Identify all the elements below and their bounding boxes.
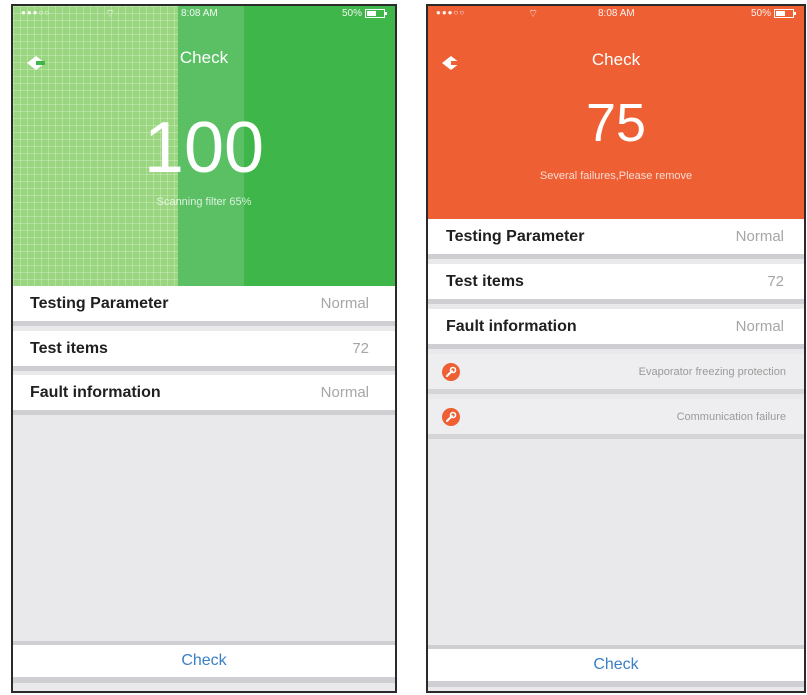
row-value: Normal [320,384,369,401]
row-testing-parameter[interactable]: Testing Parameter Normal [13,286,395,326]
wifi-icon: ⌔ [105,8,116,20]
wrench-icon [442,362,460,381]
battery-icon [365,9,387,18]
row-label: Fault information [30,383,161,401]
signal-icon: ●●●○○ [21,8,51,17]
row-value: Normal [735,228,784,245]
status-bar: ●●●○○ ⌔ 8:08 AM 50% [13,6,395,22]
row-value: Normal [735,318,784,335]
row-test-items[interactable]: Test items 72 [13,331,395,371]
battery-percent: 50% [750,8,771,19]
row-test-items[interactable]: Test items 72 [428,264,804,304]
phone-screen-scanning: ●●●○○ ⌔ 8:08 AM 50% Check 100 Scanning f… [11,4,397,693]
check-header: ●●●○○ ⌔ 8:08 AM 50% Check 100 Scanning f… [13,6,395,286]
row-value: 72 [352,340,369,357]
status-time: 8:08 AM [598,8,635,19]
battery-indicator: 50% [341,8,387,19]
battery-icon [774,9,796,18]
row-label: Testing Parameter [446,227,585,245]
check-button[interactable]: Check [13,641,395,683]
row-value: 72 [767,273,784,290]
status-bar: ●●●○○ ⌔ 8:08 AM 50% [428,6,804,22]
check-header: ●●●○○ ⌔ 8:08 AM 50% Check 75 Several fai… [428,6,804,219]
wrench-icon [442,407,460,426]
row-label: Test items [30,339,108,357]
battery-indicator: 50% [750,8,796,19]
result-status-text: Several failures,Please remove [539,170,693,182]
fault-text: Evaporator freezing protection [638,365,786,378]
row-fault-information[interactable]: Fault information Normal [13,375,395,415]
row-value: Normal [320,295,369,312]
status-time: 8:08 AM [181,8,218,19]
fault-text: Communication failure [676,410,786,423]
check-score: 100 [143,108,265,188]
fault-item[interactable]: Communication failure [428,399,804,439]
fault-item[interactable]: Evaporator freezing protection [428,354,804,394]
wifi-icon: ⌔ [528,8,539,20]
row-fault-information[interactable]: Fault information Normal [428,309,804,349]
page-title: Check [179,48,229,67]
check-score: 75 [585,93,647,153]
scan-status-text: Scanning filter 65% [156,196,252,208]
row-label: Fault information [446,317,577,335]
check-button[interactable]: Check [428,645,804,687]
row-testing-parameter[interactable]: Testing Parameter Normal [428,219,804,259]
page-title: Check [591,50,641,69]
signal-icon: ●●●○○ [436,8,466,17]
row-label: Testing Parameter [30,294,169,312]
phone-screen-result: ●●●○○ ⌔ 8:08 AM 50% Check 75 Several fai… [426,4,806,693]
battery-percent: 50% [341,8,362,19]
row-label: Test items [446,272,524,290]
